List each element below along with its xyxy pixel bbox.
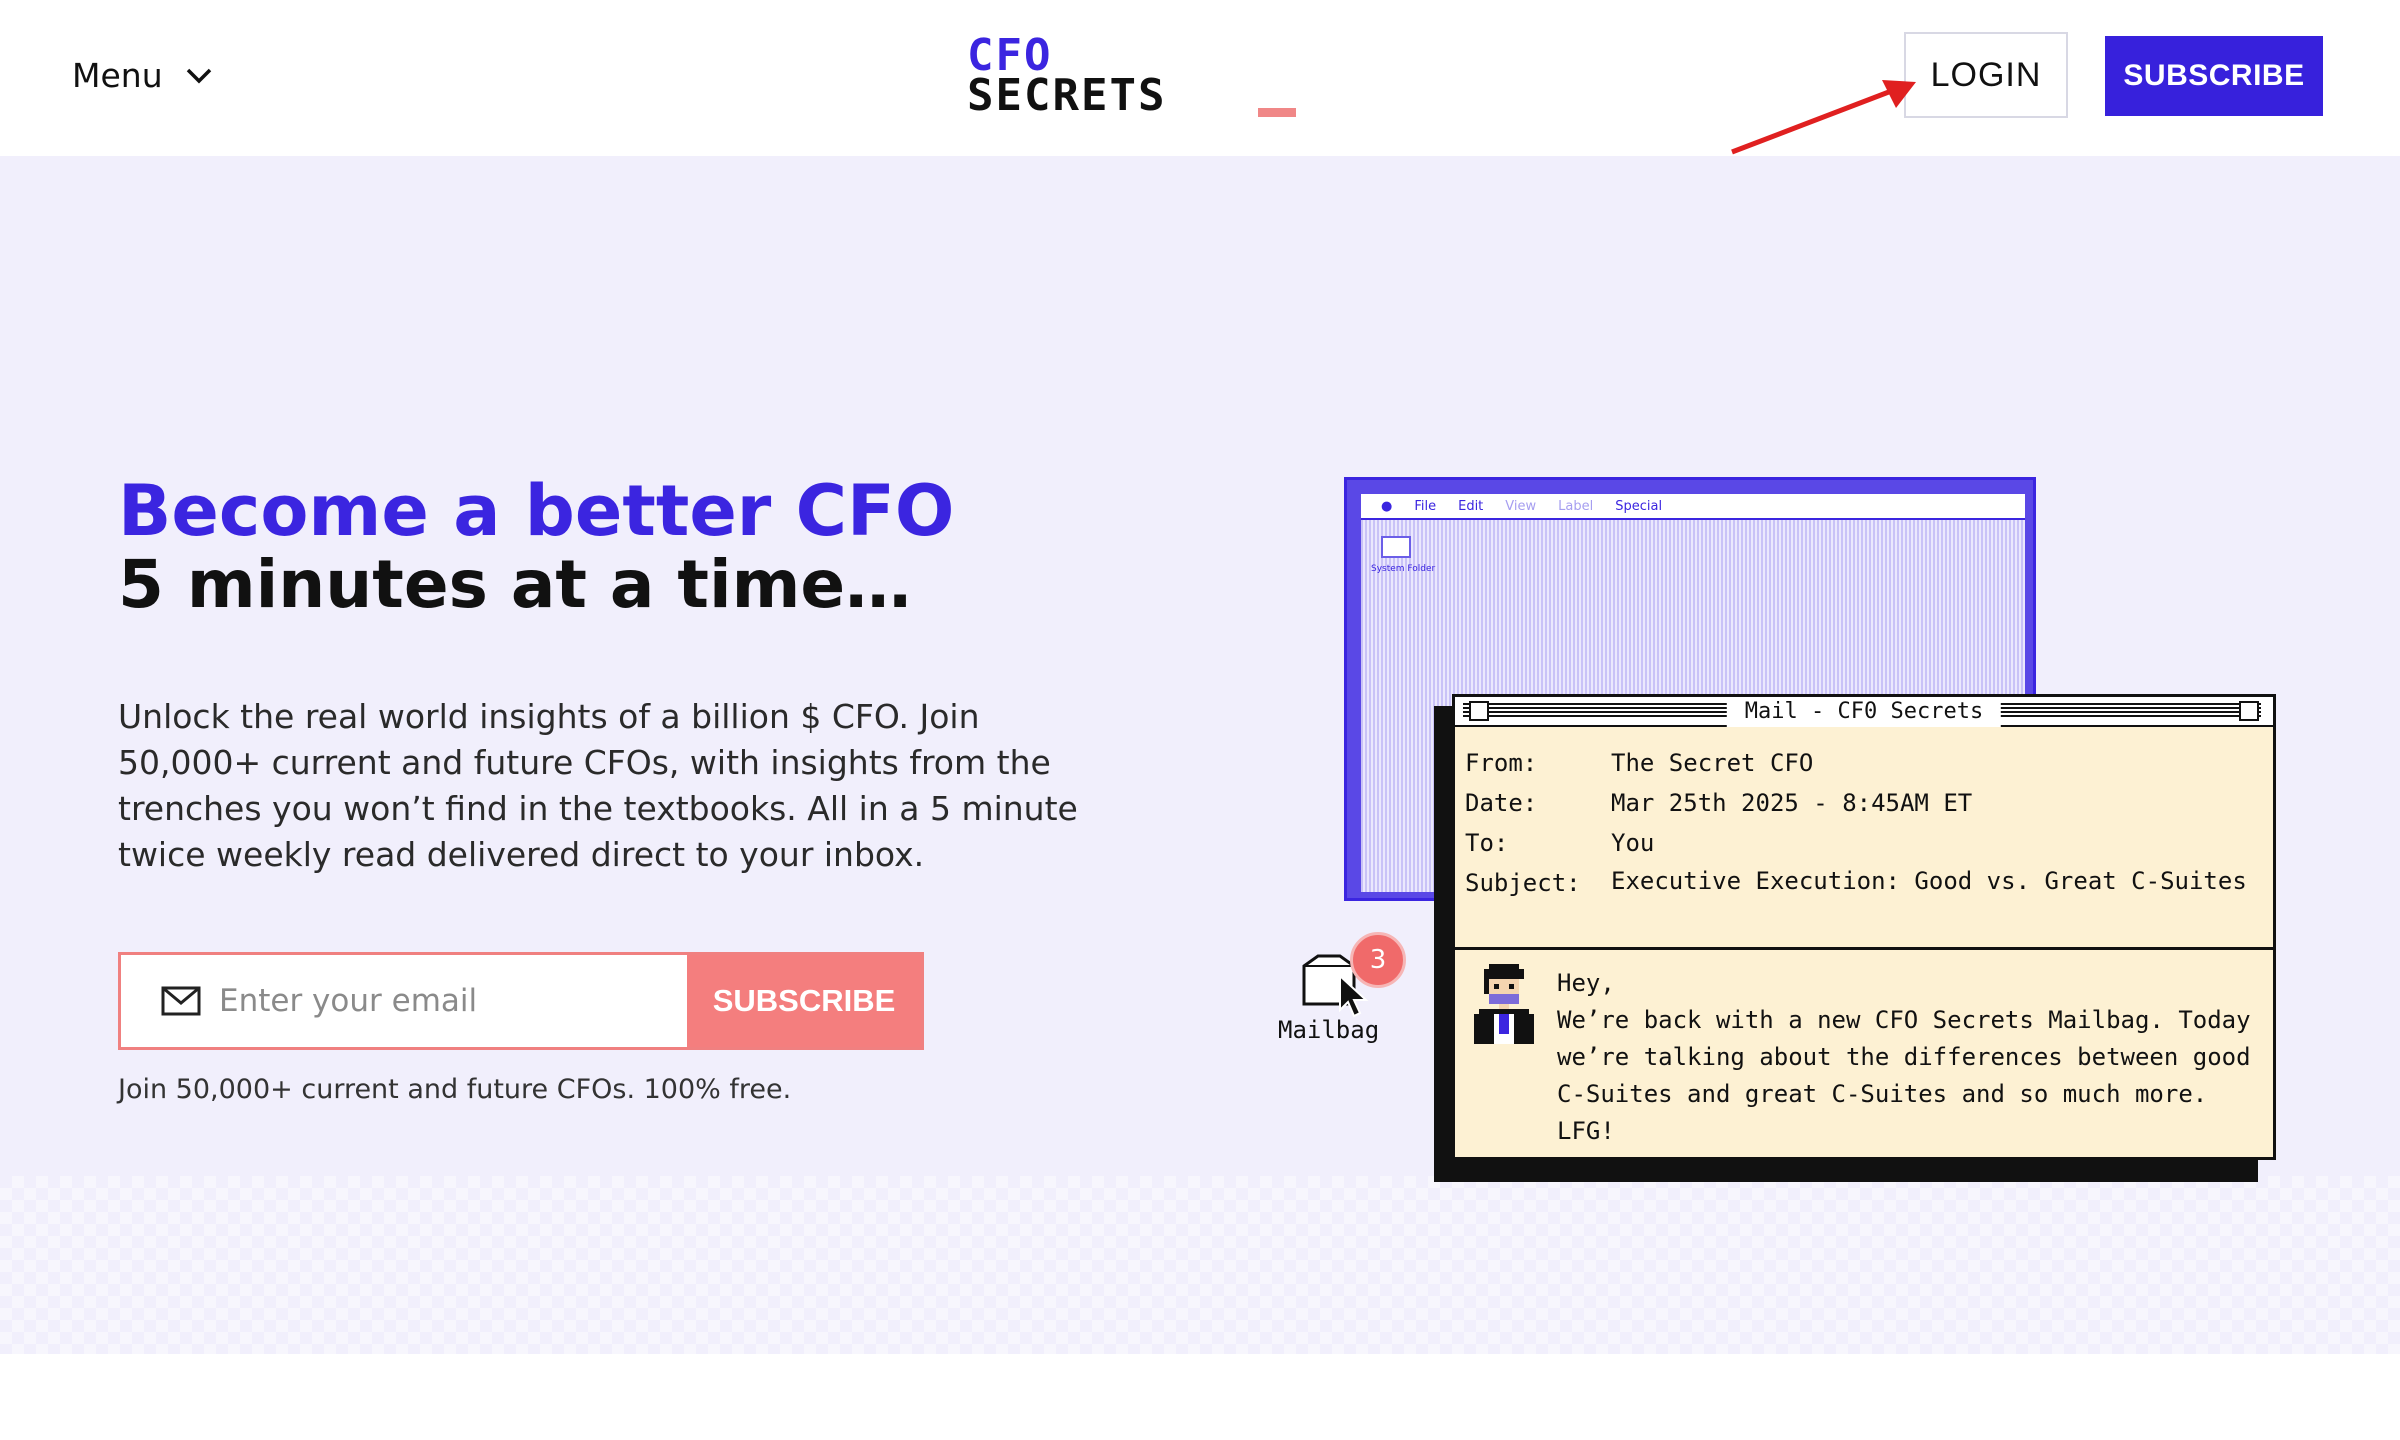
folder-label: System Folder: [1371, 564, 1436, 574]
mailbag-label: Mailbag: [1278, 1016, 1380, 1044]
email-field-wrapper[interactable]: [121, 955, 687, 1047]
header-subscribe-button[interactable]: SUBSCRIBE: [2105, 36, 2323, 116]
mail-body-text: We’re back with a new CFO Secrets Mailba…: [1557, 1006, 2251, 1145]
folder-icon: [1381, 536, 1411, 558]
header-value: Mar 25th 2025 - 8:45AM ET: [1611, 789, 1973, 817]
chevron-down-icon: [186, 68, 211, 83]
mail-window-titlebar: Mail - CF0 Secrets: [1455, 697, 2273, 727]
logo-cursor: [1258, 108, 1296, 117]
email-subscribe-label: SUBSCRIBE: [712, 983, 896, 1018]
cursor-pointer-icon: [1339, 974, 1369, 1018]
mailbag-badge-count: 3: [1369, 945, 1387, 975]
menu-file: File: [1414, 498, 1437, 514]
menu-view: View: [1505, 498, 1537, 514]
header-value: You: [1611, 829, 1655, 857]
menu-edit: Edit: [1458, 498, 1484, 514]
checker-pattern: [0, 1176, 2400, 1354]
site-header: Menu CFO SECRETS LOGIN SUBSCRIBE: [0, 0, 2400, 156]
header-key: To:: [1465, 829, 1509, 857]
email-input[interactable]: [219, 983, 659, 1019]
hero-title-line-2: 5 minutes at a time…: [118, 546, 912, 623]
header-key: From:: [1465, 749, 1538, 777]
close-box-icon: [1469, 701, 1489, 721]
mail-window-title: Mail - CF0 Secrets: [1726, 697, 2002, 727]
mailbag-desktop-icon: 3 Mailbag: [1278, 932, 1408, 1050]
cfo-avatar-icon: [1474, 964, 1534, 1044]
hero-title-line-1: Become a better CFO: [118, 470, 955, 552]
menu-special: Special: [1615, 498, 1663, 514]
mail-header-date: Date: Mar 25th 2025 - 8:45AM ET: [1465, 783, 2251, 823]
mail-divider: [1455, 947, 2273, 950]
menu-label: Label: [1558, 498, 1594, 514]
header-key: Subject:: [1465, 869, 1581, 897]
menu-button[interactable]: Menu: [72, 56, 213, 95]
email-signup-form: SUBSCRIBE: [118, 952, 924, 1050]
signup-note: Join 50,000+ current and future CFOs. 10…: [118, 1074, 792, 1105]
login-button[interactable]: LOGIN: [1904, 32, 2068, 118]
login-label: LOGIN: [1930, 55, 2042, 94]
mail-header-from: From: The Secret CFO: [1465, 743, 2251, 783]
header-subscribe-label: SUBSCRIBE: [2123, 59, 2305, 92]
mail-header-subject: Subject: Executive Execution: Good vs. G…: [1465, 863, 2251, 903]
header-key: Date:: [1465, 789, 1538, 817]
mail-headers: From: The Secret CFO Date: Mar 25th 2025…: [1465, 743, 2251, 903]
mail-window-illustration: Mail - CF0 Secrets From: The Secret CFO …: [1452, 694, 2276, 1160]
mail-header-to: To: You: [1465, 823, 2251, 863]
hero-description: Unlock the real world insights of a bill…: [118, 697, 1078, 874]
menu-label: Menu: [72, 56, 163, 95]
site-logo[interactable]: CFO SECRETS: [967, 34, 1297, 118]
desktop-menubar: ● File Edit View Label Special: [1361, 494, 2025, 520]
mail-greeting: Hey,: [1557, 969, 1615, 997]
mail-body: Hey, We’re back with a new CFO Secrets M…: [1557, 965, 2267, 1150]
logo-line-2: SECRETS: [967, 70, 1167, 121]
mail-icon: [161, 986, 201, 1016]
email-subscribe-button[interactable]: SUBSCRIBE: [687, 955, 921, 1047]
apple-icon: ●: [1381, 498, 1393, 514]
header-value: Executive Execution: Good vs. Great C-Su…: [1611, 867, 2247, 895]
hero-section: Become a better CFO 5 minutes at a time……: [0, 156, 2400, 1354]
red-arrow-icon: [1731, 80, 1916, 155]
header-value: The Secret CFO: [1611, 749, 1814, 777]
zoom-box-icon: [2239, 701, 2259, 721]
